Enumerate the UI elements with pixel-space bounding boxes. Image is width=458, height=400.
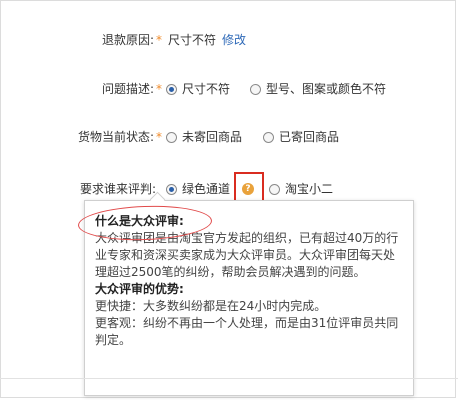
judge-option-green-channel[interactable]: 绿色通道 bbox=[166, 181, 230, 197]
radio-label[interactable]: 淘宝小二 bbox=[285, 181, 333, 197]
radio-button-checked[interactable] bbox=[166, 83, 177, 95]
radio-label[interactable]: 未寄回商品 bbox=[182, 129, 242, 145]
tooltip-advantage-fast: 更快捷：大多数纠纷都是在24小时内完成。 bbox=[95, 299, 327, 313]
radio-button[interactable] bbox=[166, 131, 177, 143]
goods-option-returned[interactable]: 已寄回商品 bbox=[263, 129, 339, 145]
radio-button-checked[interactable] bbox=[166, 183, 177, 195]
radio-label[interactable]: 尺寸不符 bbox=[182, 81, 230, 97]
tooltip-advantages-title: 大众评审的优势: bbox=[95, 282, 184, 296]
required-mark: * bbox=[156, 82, 162, 96]
judge-option-taobao[interactable]: 淘宝小二 bbox=[269, 181, 333, 197]
problem-description-label: 问题描述: bbox=[101, 82, 154, 96]
radio-button[interactable] bbox=[250, 83, 261, 95]
refund-reason-value: 尺寸不符 bbox=[168, 33, 217, 47]
problem-option-size[interactable]: 尺寸不符 bbox=[166, 81, 230, 97]
problem-description-row: 问题描述: * 尺寸不符 型号、图案或颜色不符 bbox=[0, 81, 458, 97]
problem-option-model[interactable]: 型号、图案或颜色不符 bbox=[250, 81, 386, 97]
radio-label[interactable]: 已寄回商品 bbox=[279, 129, 339, 145]
goods-option-not-returned[interactable]: 未寄回商品 bbox=[166, 129, 242, 145]
bottom-divider bbox=[0, 378, 458, 379]
radio-label[interactable]: 绿色通道 bbox=[182, 181, 230, 197]
radio-label[interactable]: 型号、图案或颜色不符 bbox=[266, 81, 386, 97]
radio-button[interactable] bbox=[263, 131, 274, 143]
radio-button[interactable] bbox=[269, 183, 280, 195]
required-mark: * bbox=[156, 130, 162, 144]
refund-reason-row: 退款原因: * 尺寸不符 修改 bbox=[0, 32, 458, 48]
tooltip-advantage-objective: 更客观：纠纷不再由一个人处理，而是由31位评审员共同判定。 bbox=[95, 316, 399, 347]
edit-reason-link[interactable]: 修改 bbox=[222, 33, 246, 47]
refund-reason-label: 退款原因: bbox=[101, 33, 154, 47]
judge-row: 要求谁来评判: 绿色通道 ? 淘宝小二 bbox=[0, 181, 458, 197]
goods-status-row: 货物当前状态: * 未寄回商品 已寄回商品 bbox=[0, 129, 458, 145]
judge-label: 要求谁来评判: bbox=[79, 182, 156, 196]
goods-status-label: 货物当前状态: bbox=[77, 130, 154, 144]
required-mark: * bbox=[156, 33, 162, 47]
